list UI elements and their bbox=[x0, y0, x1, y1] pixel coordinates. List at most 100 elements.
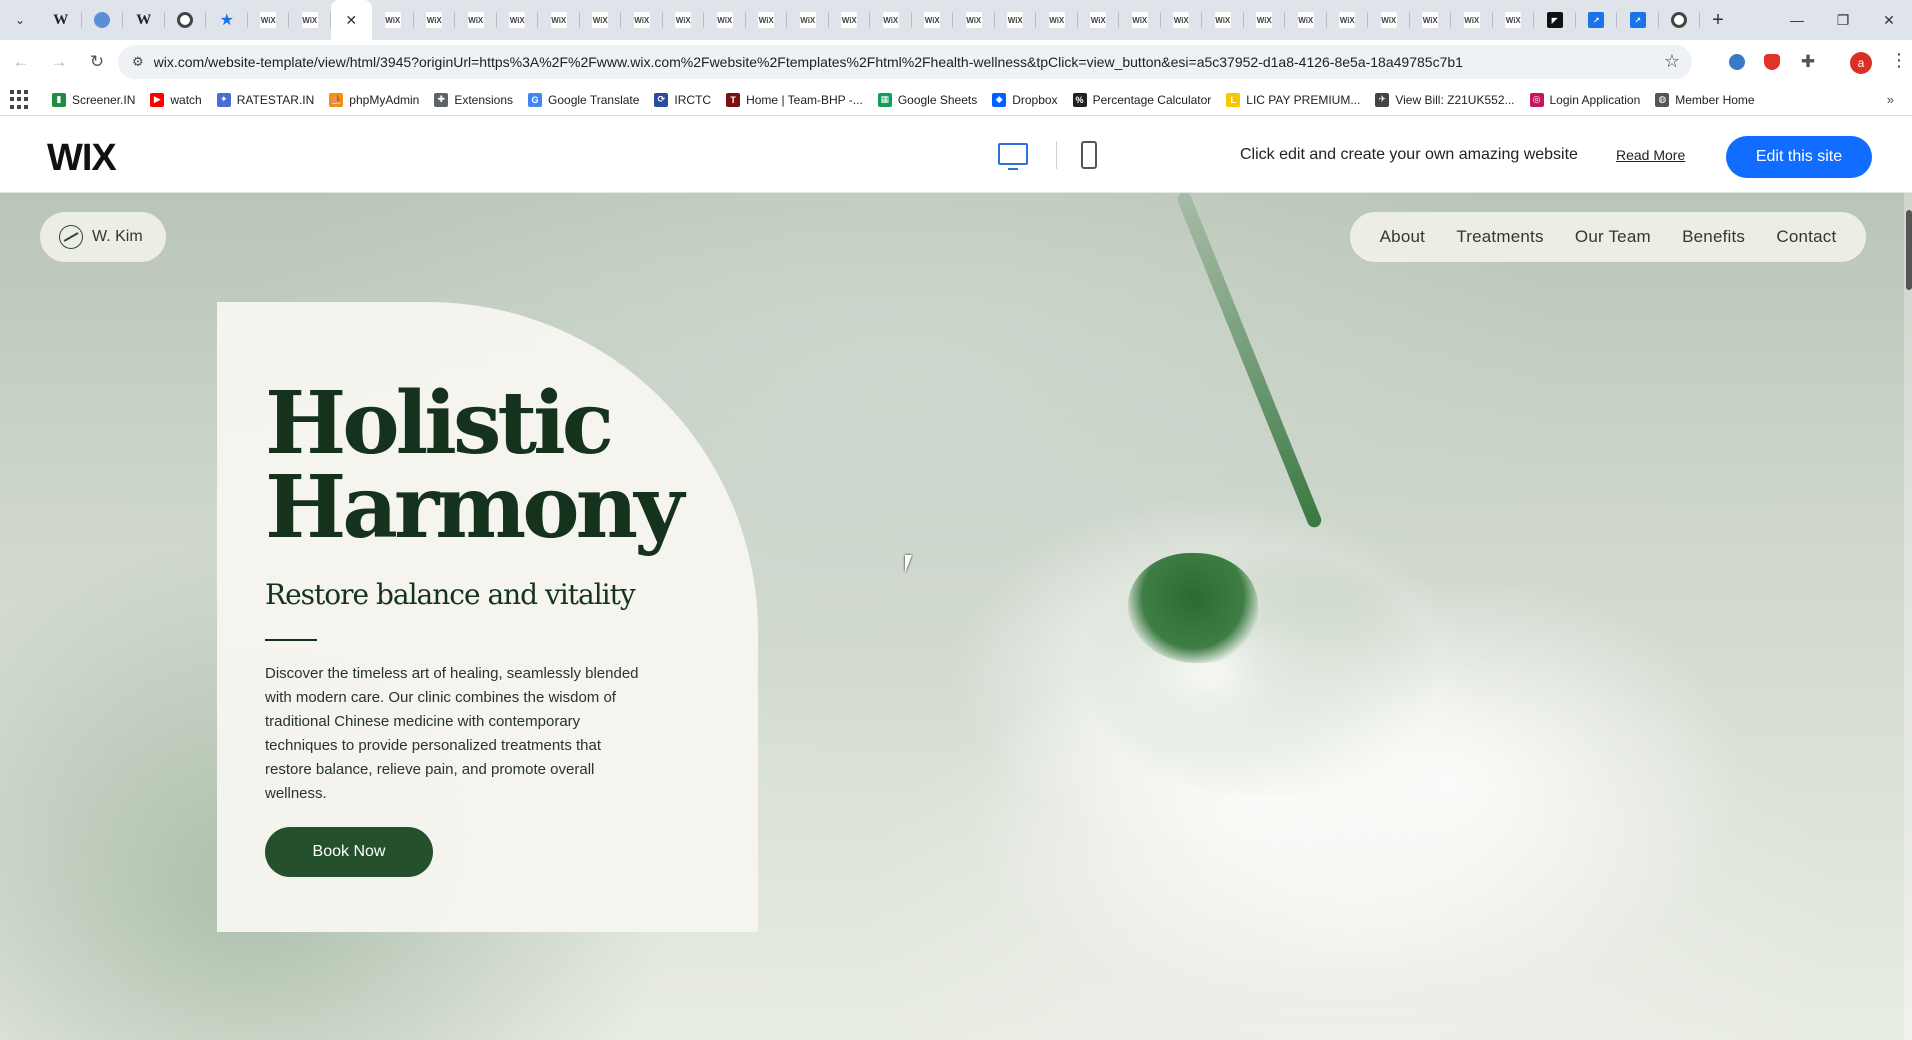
browser-tab[interactable]: WiX bbox=[580, 0, 622, 40]
browser-tab[interactable]: ◤ bbox=[1534, 0, 1576, 40]
site-logo[interactable]: W. Kim bbox=[40, 212, 166, 262]
browser-tab[interactable]: WiX bbox=[1493, 0, 1535, 40]
browser-tab[interactable]: WiX bbox=[995, 0, 1037, 40]
wix-icon: WiX bbox=[467, 12, 484, 28]
extension-shield-icon[interactable] bbox=[1760, 50, 1784, 74]
wix-icon: WiX bbox=[924, 12, 941, 28]
bookmark-label: Extensions bbox=[454, 92, 514, 107]
browser-tab[interactable]: WiX bbox=[1161, 0, 1203, 40]
browser-tab[interactable]: WiX bbox=[497, 0, 539, 40]
browser-tab[interactable]: WiX bbox=[1119, 0, 1161, 40]
bookmark-item[interactable]: ◆ Dropbox bbox=[992, 92, 1058, 107]
scrollbar-thumb[interactable] bbox=[1906, 210, 1912, 290]
browser-tab[interactable]: W bbox=[123, 0, 165, 40]
browser-tab[interactable]: WiX bbox=[1368, 0, 1410, 40]
browser-tab[interactable]: WiX bbox=[1327, 0, 1369, 40]
browser-tab[interactable]: WiX bbox=[621, 0, 663, 40]
browser-tab[interactable]: WiX bbox=[663, 0, 705, 40]
bookmark-item[interactable]: ✈ View Bill: Z21UK552... bbox=[1375, 92, 1515, 107]
bookmark-item[interactable]: T Home | Team-BHP -... bbox=[726, 92, 863, 107]
browser-tab[interactable]: ↗ bbox=[1576, 0, 1618, 40]
bookmark-label: Home | Team-BHP -... bbox=[746, 92, 863, 107]
browser-tab[interactable] bbox=[1659, 0, 1701, 40]
bookmark-star-icon[interactable]: ☆ bbox=[1664, 51, 1680, 72]
address-bar[interactable]: ⚙ wix.com/website-template/view/html/394… bbox=[118, 45, 1692, 79]
bookmark-item[interactable]: L LIC PAY PREMIUM... bbox=[1226, 92, 1361, 107]
browser-tab[interactable]: ★ bbox=[206, 0, 248, 40]
hero-section: W. Kim About Treatments Our Team Benefit… bbox=[0, 193, 1912, 1040]
desktop-view-icon[interactable] bbox=[998, 143, 1028, 170]
browser-tab[interactable]: WiX bbox=[746, 0, 788, 40]
bookmark-label: LIC PAY PREMIUM... bbox=[1246, 92, 1361, 107]
wix-icon: WiX bbox=[675, 12, 692, 28]
browser-tab[interactable]: WiX bbox=[787, 0, 829, 40]
browser-tab[interactable]: WiX bbox=[1078, 0, 1120, 40]
browser-tab[interactable]: WiX bbox=[829, 0, 871, 40]
bookmark-list: ▮ Screener.IN ▶ watch ✦ RATESTAR.IN ⛵ phpMyAdmi… bbox=[52, 92, 1770, 107]
browser-tab[interactable]: WiX bbox=[912, 0, 954, 40]
browser-tab[interactable] bbox=[165, 0, 207, 40]
nav-our-team[interactable]: Our Team bbox=[1575, 227, 1651, 247]
star-icon: ★ bbox=[219, 12, 234, 29]
new-tab-button[interactable]: + bbox=[1700, 0, 1736, 40]
browser-tab[interactable]: WiX bbox=[289, 0, 331, 40]
site-info-icon[interactable]: ⚙ bbox=[132, 54, 144, 70]
browser-tab[interactable]: ↗ bbox=[1617, 0, 1659, 40]
bookmark-item[interactable]: % Percentage Calculator bbox=[1072, 92, 1211, 107]
browser-tab[interactable]: ✕ bbox=[330, 0, 372, 40]
bookmark-item[interactable]: ▶ watch bbox=[150, 92, 202, 107]
bookmark-item[interactable]: ⛵ phpMyAdmin bbox=[329, 92, 419, 107]
browser-tab[interactable]: WiX bbox=[1451, 0, 1493, 40]
nav-benefits[interactable]: Benefits bbox=[1682, 227, 1745, 247]
browser-tab[interactable]: WiX bbox=[1244, 0, 1286, 40]
mobile-view-icon[interactable] bbox=[1081, 141, 1097, 169]
read-more-link[interactable]: Read More bbox=[1616, 147, 1685, 163]
browser-tab[interactable]: WiX bbox=[870, 0, 912, 40]
bookmark-item[interactable]: ▮ Screener.IN bbox=[52, 92, 135, 107]
browser-menu-icon[interactable]: ⋮ bbox=[1890, 50, 1908, 71]
browser-tab[interactable]: WiX bbox=[953, 0, 995, 40]
apps-grid-icon[interactable] bbox=[10, 89, 30, 110]
bookmark-item[interactable]: ◍ Member Home bbox=[1655, 92, 1755, 107]
extension-globe-icon[interactable] bbox=[1725, 50, 1749, 74]
browser-tab[interactable]: WiX bbox=[248, 0, 290, 40]
url-text[interactable]: wix.com/website-template/view/html/3945?… bbox=[154, 54, 1463, 70]
tab-search-chevron-icon[interactable]: ⌄ bbox=[0, 0, 40, 40]
browser-tab[interactable]: WiX bbox=[414, 0, 456, 40]
close-icon[interactable]: ✕ bbox=[345, 12, 357, 29]
flower-stem-image bbox=[1175, 193, 1324, 530]
bookmark-item[interactable]: ⟳ IRCTC bbox=[654, 92, 711, 107]
nav-about[interactable]: About bbox=[1380, 227, 1425, 247]
browser-tab[interactable]: WiX bbox=[1410, 0, 1452, 40]
wix-logo[interactable]: WIX bbox=[47, 137, 117, 180]
bookmark-item[interactable]: ▦ Google Sheets bbox=[877, 92, 977, 107]
more-bookmarks-chevron-icon[interactable]: » bbox=[1887, 92, 1894, 107]
close-window-button[interactable]: ✕ bbox=[1866, 0, 1912, 40]
browser-tab[interactable]: WiX bbox=[455, 0, 497, 40]
browser-tab[interactable] bbox=[82, 0, 124, 40]
forward-button[interactable]: → bbox=[42, 45, 76, 79]
reload-button[interactable]: ↻ bbox=[80, 45, 114, 79]
restore-button[interactable]: ❐ bbox=[1820, 0, 1866, 40]
browser-tab[interactable]: WiX bbox=[704, 0, 746, 40]
browser-tab[interactable]: WiX bbox=[1036, 0, 1078, 40]
wix-icon: WiX bbox=[1339, 12, 1356, 28]
browser-tab[interactable]: W bbox=[40, 0, 82, 40]
page-scrollbar[interactable] bbox=[1904, 193, 1912, 1040]
extensions-puzzle-icon[interactable]: ✚ bbox=[1796, 50, 1820, 74]
bookmark-item[interactable]: G Google Translate bbox=[528, 92, 639, 107]
minimize-button[interactable]: — bbox=[1774, 0, 1820, 40]
nav-contact[interactable]: Contact bbox=[1776, 227, 1836, 247]
browser-tab[interactable]: WiX bbox=[538, 0, 580, 40]
nav-treatments[interactable]: Treatments bbox=[1456, 227, 1543, 247]
browser-tab[interactable]: WiX bbox=[372, 0, 414, 40]
book-now-button[interactable]: Book Now bbox=[265, 827, 433, 877]
bookmark-item[interactable]: ✚ Extensions bbox=[434, 92, 514, 107]
edit-this-site-button[interactable]: Edit this site bbox=[1726, 136, 1872, 178]
bookmark-item[interactable]: ◎ Login Application bbox=[1529, 92, 1640, 107]
profile-avatar[interactable]: a bbox=[1850, 52, 1872, 74]
bookmark-item[interactable]: ✦ RATESTAR.IN bbox=[216, 92, 314, 107]
back-button[interactable]: ← bbox=[4, 45, 38, 79]
browser-tab[interactable]: WiX bbox=[1202, 0, 1244, 40]
browser-tab[interactable]: WiX bbox=[1285, 0, 1327, 40]
